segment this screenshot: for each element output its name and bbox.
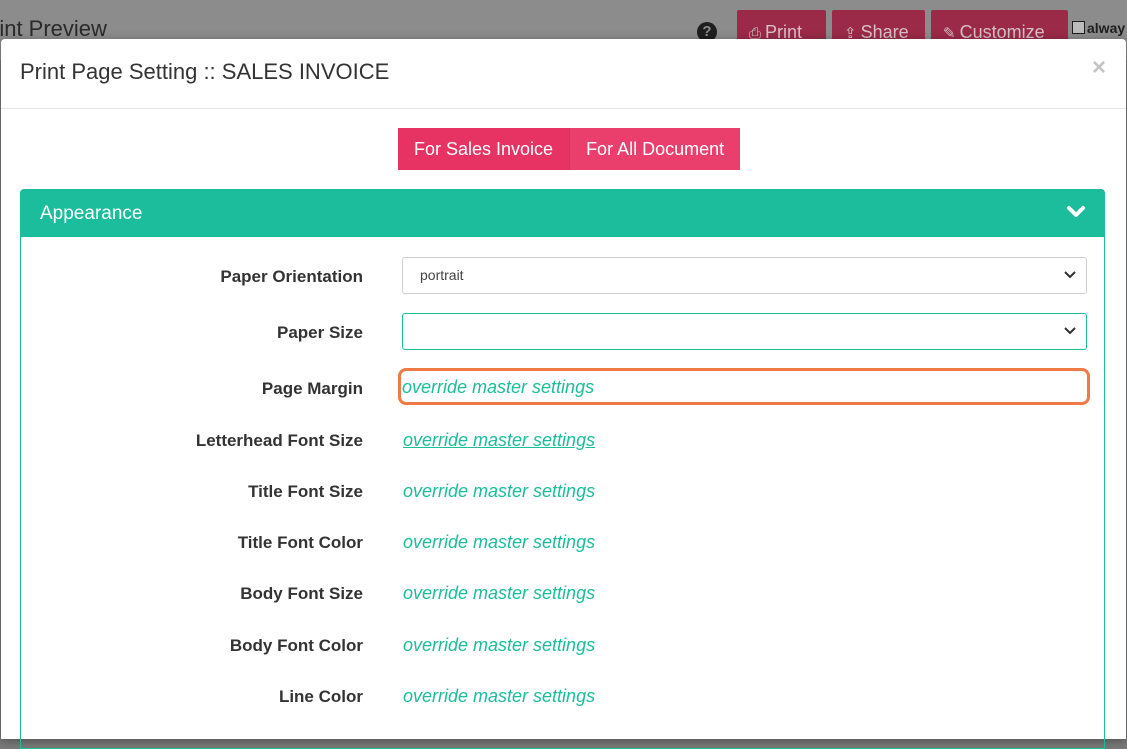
select-value: portrait (420, 267, 464, 283)
field-label: Title Font Size (248, 482, 363, 501)
modal-title: Print Page Setting :: SALES INVOICE (20, 59, 390, 84)
tab-for-all-document[interactable]: For All Document (569, 128, 741, 170)
field-label: Line Color (278, 687, 363, 706)
field-label: Body Font Size (240, 584, 363, 603)
letterhead-font-size-override-link[interactable]: override master settings (403, 430, 595, 451)
field-label: Page Margin (261, 379, 363, 398)
field-label: Paper Orientation (220, 267, 363, 286)
chevron-down-icon (1064, 327, 1076, 335)
field-body-font-color: Body Font Color override master settings (21, 626, 1104, 666)
field-title-font-size: Title Font Size override master settings (21, 472, 1104, 512)
print-page-setting-modal: Print Page Setting :: SALES INVOICE × Fo… (1, 39, 1126, 749)
checkbox-box[interactable] (1072, 21, 1085, 34)
panel-title: Appearance (40, 203, 143, 224)
body-font-size-override-link[interactable]: override master settings (403, 583, 595, 604)
field-title-font-color: Title Font Color override master setting… (21, 523, 1104, 563)
field-paper-orientation: Paper Orientation portrait (21, 257, 1104, 297)
field-label: Body Font Color (229, 636, 363, 655)
field-line-color: Line Color override master settings (21, 677, 1104, 717)
line-color-override-link[interactable]: override master settings (403, 686, 595, 707)
tab-for-sales-invoice[interactable]: For Sales Invoice (398, 128, 570, 170)
close-icon[interactable]: × (1092, 55, 1106, 81)
field-page-margin: Page Margin override master settings (21, 369, 1104, 409)
body-font-color-override-link[interactable]: override master settings (403, 635, 595, 656)
paper-size-select[interactable] (402, 313, 1087, 350)
appearance-panel-heading[interactable]: Appearance (21, 190, 1104, 237)
always-checkbox[interactable]: alway (1072, 20, 1125, 36)
field-letterhead-font-size: Letterhead Font Size override master set… (21, 421, 1104, 461)
title-font-size-override-link[interactable]: override master settings (403, 481, 595, 502)
field-label: Paper Size (277, 323, 363, 342)
paper-orientation-select[interactable]: portrait (402, 257, 1087, 294)
appearance-panel: Appearance Paper Orientation portrait Pa… (20, 189, 1105, 749)
chevron-down-icon[interactable] (1066, 204, 1086, 220)
title-font-color-override-link[interactable]: override master settings (403, 532, 595, 553)
chevron-down-icon (1064, 271, 1076, 279)
field-label: Letterhead Font Size (195, 431, 363, 450)
page-margin-override-link[interactable]: override master settings (402, 377, 594, 398)
modal-header: Print Page Setting :: SALES INVOICE × (1, 39, 1126, 109)
field-paper-size: Paper Size (21, 313, 1104, 353)
field-label: Title Font Color (237, 533, 363, 552)
document-scope-tabs: For Sales Invoice For All Document (398, 128, 741, 170)
field-body-font-size: Body Font Size override master settings (21, 574, 1104, 614)
